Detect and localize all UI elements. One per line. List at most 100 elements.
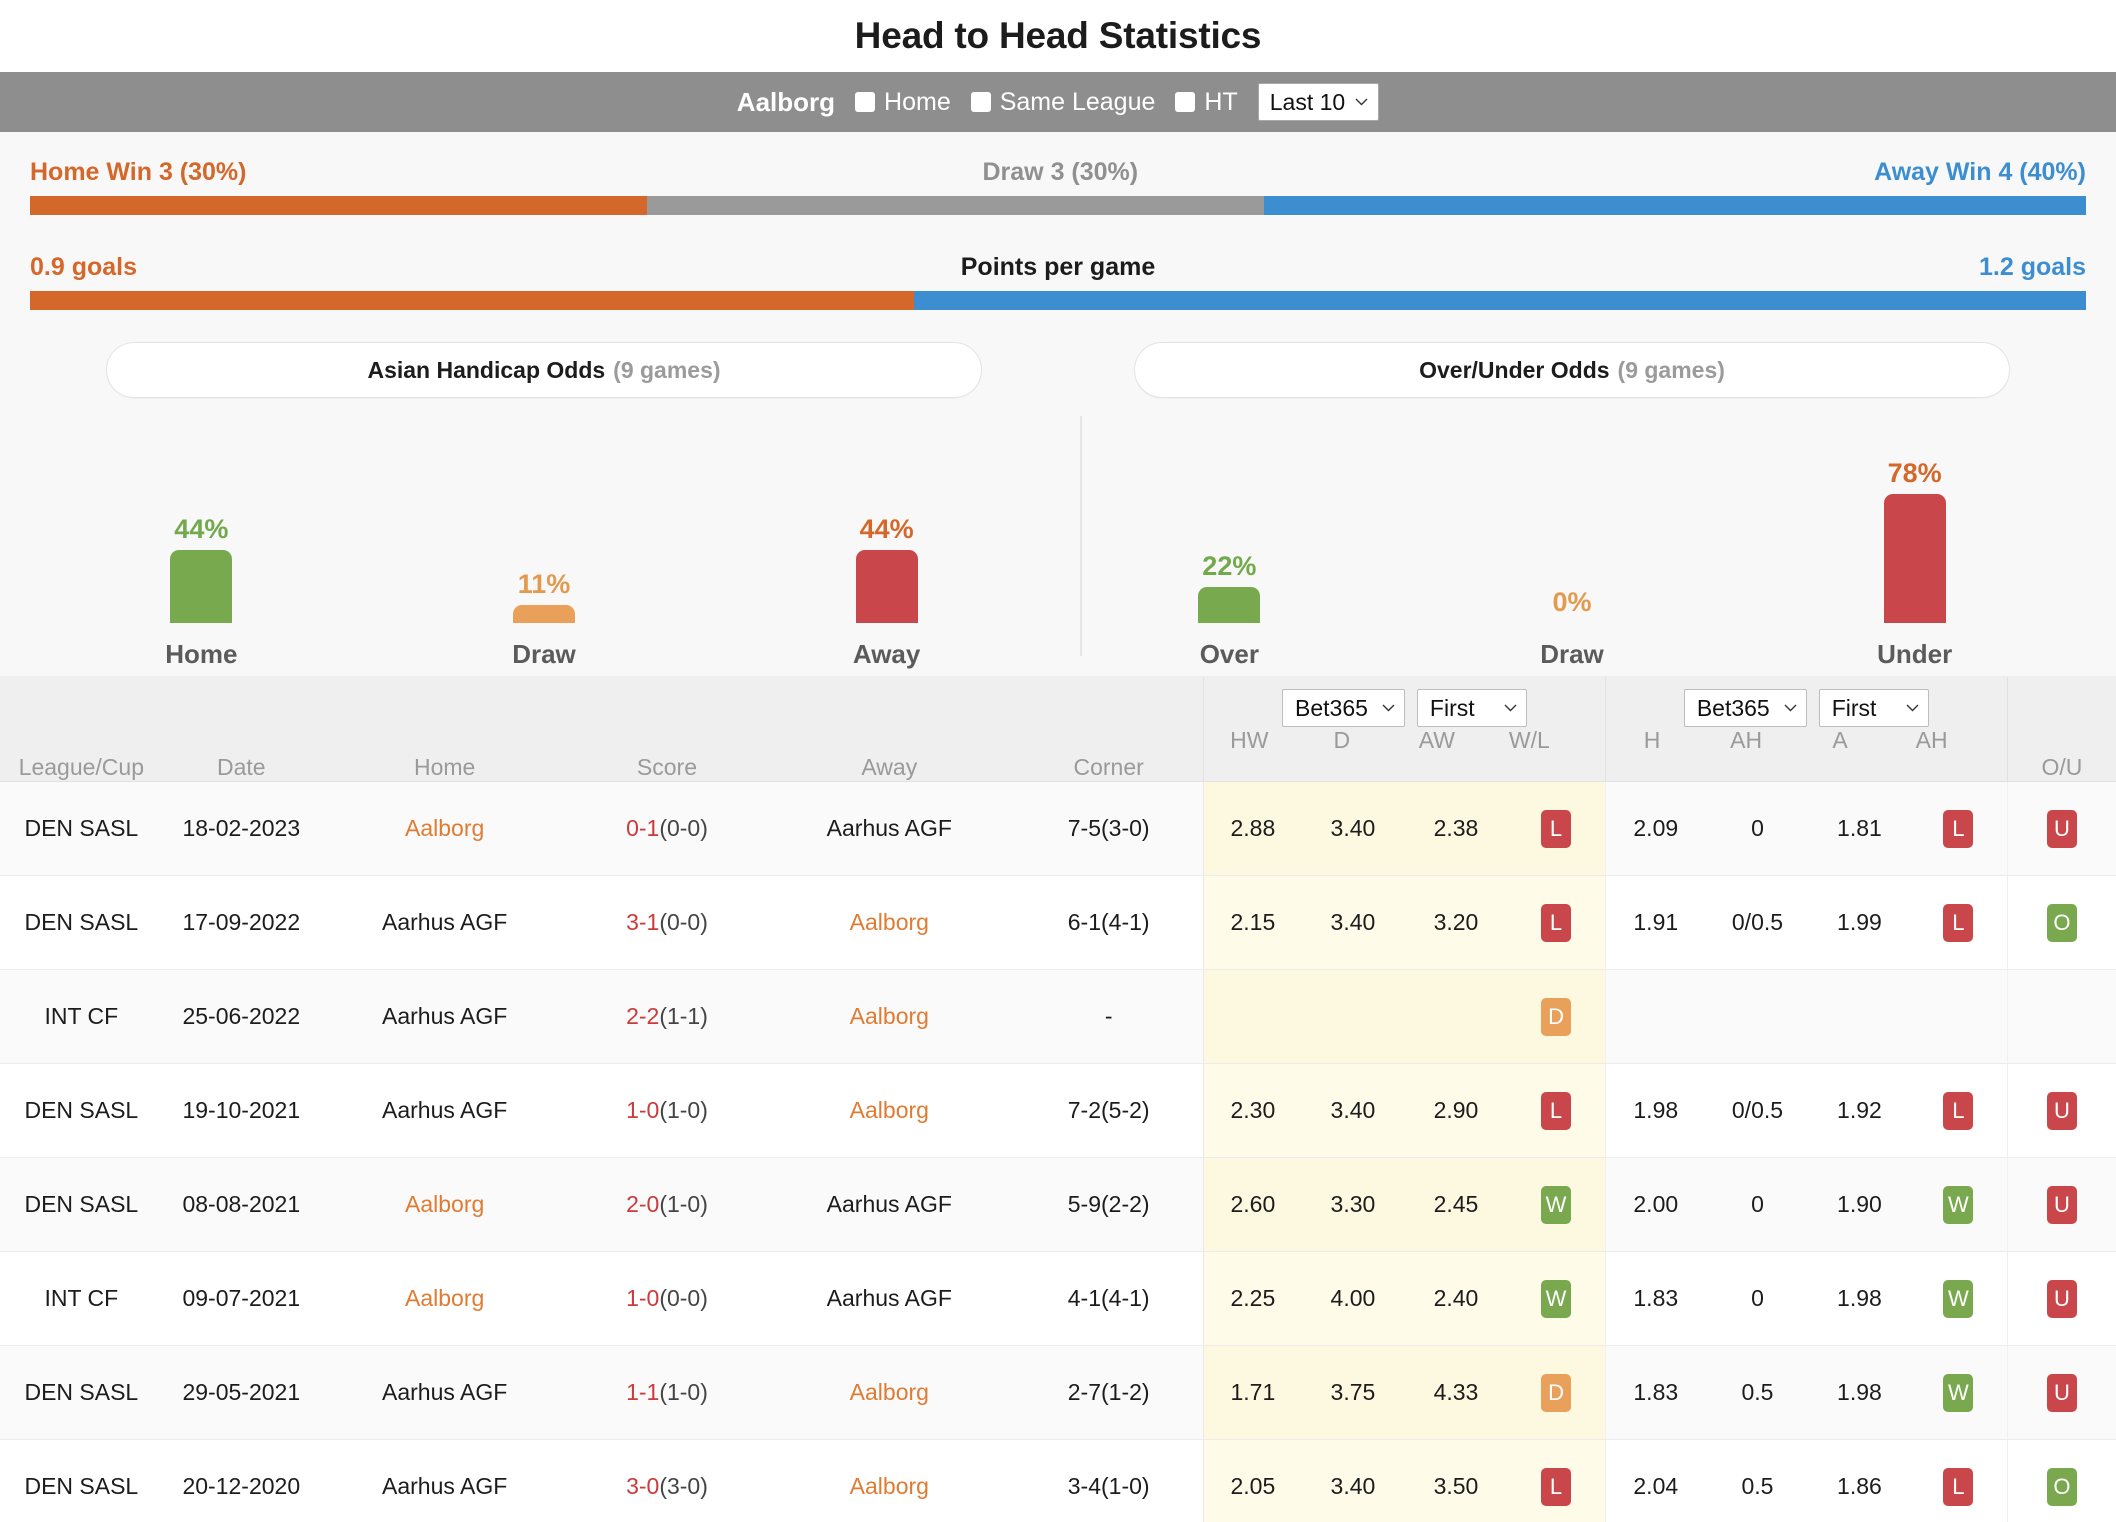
odds-pill-row: Asian Handicap Odds (9 games) Over/Under… <box>30 310 2086 398</box>
table-row[interactable]: DEN SASL 20-12-2020 Aarhus AGF 3-0(3-0) Aalb… <box>0 1439 2116 1522</box>
cell-home: Aarhus AGF <box>319 875 570 970</box>
bookmaker-select-1-value: Bet365 <box>1295 694 1368 721</box>
cell-ah2: W <box>1909 1251 2008 1346</box>
cell-h: 1.83 <box>1604 1345 1706 1440</box>
half-select-1-value: First <box>1429 694 1475 721</box>
cell-ah1: 0.5 <box>1705 1345 1809 1440</box>
over-under-chart: 22% Over 0% Draw 78% Under <box>1058 408 2086 670</box>
cell-score: 2-0(1-0) <box>569 1157 765 1252</box>
table-row[interactable]: DEN SASL 19-10-2021 Aarhus AGF 1-0(1-0) Aalb… <box>0 1063 2116 1158</box>
cell-wl: L <box>1507 875 1606 970</box>
cell-corner: - <box>1014 969 1204 1064</box>
bookmaker-select-2-value: Bet365 <box>1696 694 1770 721</box>
table-row[interactable]: INT CF 25-06-2022 Aarhus AGF 2-2(1-1) Aalbor… <box>0 969 2116 1064</box>
col-league[interactable]: League/Cup <box>0 677 163 782</box>
table-row[interactable]: DEN SASL 08-08-2021 Aalborg 2-0(1-0) Aarhus … <box>0 1157 2116 1252</box>
cell-ah2: L <box>1909 875 2008 970</box>
cell-d: 3.40 <box>1301 1439 1405 1522</box>
over-under-pill[interactable]: Over/Under Odds (9 games) <box>1134 342 2010 398</box>
table-row[interactable]: DEN SASL 29-05-2021 Aarhus AGF 1-1(1-0) Aalb… <box>0 1345 2116 1440</box>
cell-hw: 1.71 <box>1203 1345 1302 1440</box>
table-row[interactable]: INT CF 09-07-2021 Aalborg 1-0(0-0) Aarhus AG… <box>0 1251 2116 1346</box>
h2h-page: Head to Head Statistics Aalborg Home Sam… <box>0 0 2116 1522</box>
subcol-a: A <box>1832 727 1848 753</box>
cell-score: 0-1(0-0) <box>569 781 765 876</box>
cell-ah1: 0.5 <box>1705 1439 1809 1522</box>
col-away[interactable]: Away <box>764 677 1015 782</box>
table-row[interactable]: DEN SASL 18-02-2023 Aalborg 0-1(0-0) Aarhus … <box>0 781 2116 876</box>
cell-date: 20-12-2020 <box>162 1439 320 1522</box>
cell-away: Aalborg <box>764 1063 1015 1158</box>
cell-ou: U <box>2006 781 2116 876</box>
cell-corner: 4-1(4-1) <box>1014 1251 1204 1346</box>
cell-ah2: L <box>1909 781 2008 876</box>
cell-a: 1.99 <box>1808 875 1910 970</box>
over-under-label: Over/Under Odds <box>1419 356 1610 383</box>
cell-wl: L <box>1507 1063 1606 1158</box>
cell-date: 09-07-2021 <box>162 1251 320 1346</box>
cell-corner: 5-9(2-2) <box>1014 1157 1204 1252</box>
wdl-bar-home <box>30 196 647 215</box>
bar-unit-draw-ou: 0% Draw <box>1482 408 1662 670</box>
chart-divider <box>1080 416 1082 656</box>
cell-h: 1.91 <box>1604 875 1706 970</box>
range-select[interactable]: Last 10 <box>1257 83 1380 121</box>
cell-wl: L <box>1507 1439 1606 1522</box>
cell-ah2 <box>1909 969 2008 1064</box>
cell-away: Aalborg <box>764 1345 1015 1440</box>
cell-h <box>1604 969 1706 1064</box>
col-date[interactable]: Date <box>162 677 320 782</box>
chevron-down-icon <box>1504 704 1517 712</box>
cell-league: DEN SASL <box>0 781 163 876</box>
bar-pct-under: 78% <box>1887 458 1942 488</box>
col-ou[interactable]: O/U <box>2006 677 2116 782</box>
cell-ah1: 0/0.5 <box>1705 1063 1809 1158</box>
col-corner[interactable]: Corner <box>1014 677 1204 782</box>
checkbox-icon[interactable] <box>1175 92 1196 112</box>
checkbox-icon[interactable] <box>855 92 876 112</box>
cell-ah2: W <box>1909 1345 2008 1440</box>
cell-league: INT CF <box>0 969 163 1064</box>
cell-date: 18-02-2023 <box>162 781 320 876</box>
cell-h: 2.00 <box>1604 1157 1706 1252</box>
ppg-bar-home <box>30 291 915 310</box>
cell-ah1 <box>1705 969 1809 1064</box>
bar-home <box>170 550 233 623</box>
cell-ah2: W <box>1909 1157 2008 1252</box>
half-select-1[interactable]: First <box>1416 689 1527 727</box>
cell-d: 3.30 <box>1301 1157 1405 1252</box>
ppg-bar-away <box>914 291 2086 310</box>
cell-h: 2.09 <box>1604 781 1706 876</box>
filter-checkbox-same-league[interactable]: Same League <box>970 88 1155 117</box>
checkbox-icon[interactable] <box>970 92 991 112</box>
cell-corner: 7-5(3-0) <box>1014 781 1204 876</box>
col-group-1x2: Bet365 First HW D AW W/L <box>1203 677 1606 782</box>
away-win-label: Away Win 4 (40%) <box>1874 158 2086 186</box>
chevron-down-icon <box>1355 98 1368 106</box>
bookmaker-select-1[interactable]: Bet365 <box>1282 689 1405 727</box>
cell-ou: U <box>2006 1063 2116 1158</box>
cell-home: Aalborg <box>319 1157 570 1252</box>
cell-a <box>1808 969 1910 1064</box>
table-row[interactable]: DEN SASL 17-09-2022 Aarhus AGF 3-1(0-0) Aalb… <box>0 875 2116 970</box>
cell-aw <box>1404 969 1508 1064</box>
cell-h: 2.04 <box>1604 1439 1706 1522</box>
wdl-bar-draw <box>646 196 1264 215</box>
cell-hw: 2.30 <box>1203 1063 1302 1158</box>
filter-checkbox-ht[interactable]: HT <box>1175 88 1238 117</box>
col-home[interactable]: Home <box>319 677 570 782</box>
col-score[interactable]: Score <box>569 677 765 782</box>
bookmaker-select-2[interactable]: Bet365 <box>1683 689 1807 727</box>
bar-label-away: Away <box>852 639 921 669</box>
bar-pct-home: 44% <box>174 514 229 544</box>
cell-away: Aalborg <box>764 969 1015 1064</box>
table-header-row: League/Cup Date Home Score Away Corner B… <box>0 677 2116 782</box>
subcol-ah1: AH <box>1730 727 1763 753</box>
asian-handicap-chart: 44% Home 11% Draw 44% Away <box>30 408 1058 670</box>
cell-score: 1-0(0-0) <box>569 1251 765 1346</box>
cell-away: Aalborg <box>764 875 1015 970</box>
asian-handicap-pill[interactable]: Asian Handicap Odds (9 games) <box>106 342 982 398</box>
subcol-ah2: AH <box>1915 727 1948 753</box>
half-select-2[interactable]: First <box>1818 689 1929 727</box>
filter-checkbox-home[interactable]: Home <box>855 88 951 117</box>
